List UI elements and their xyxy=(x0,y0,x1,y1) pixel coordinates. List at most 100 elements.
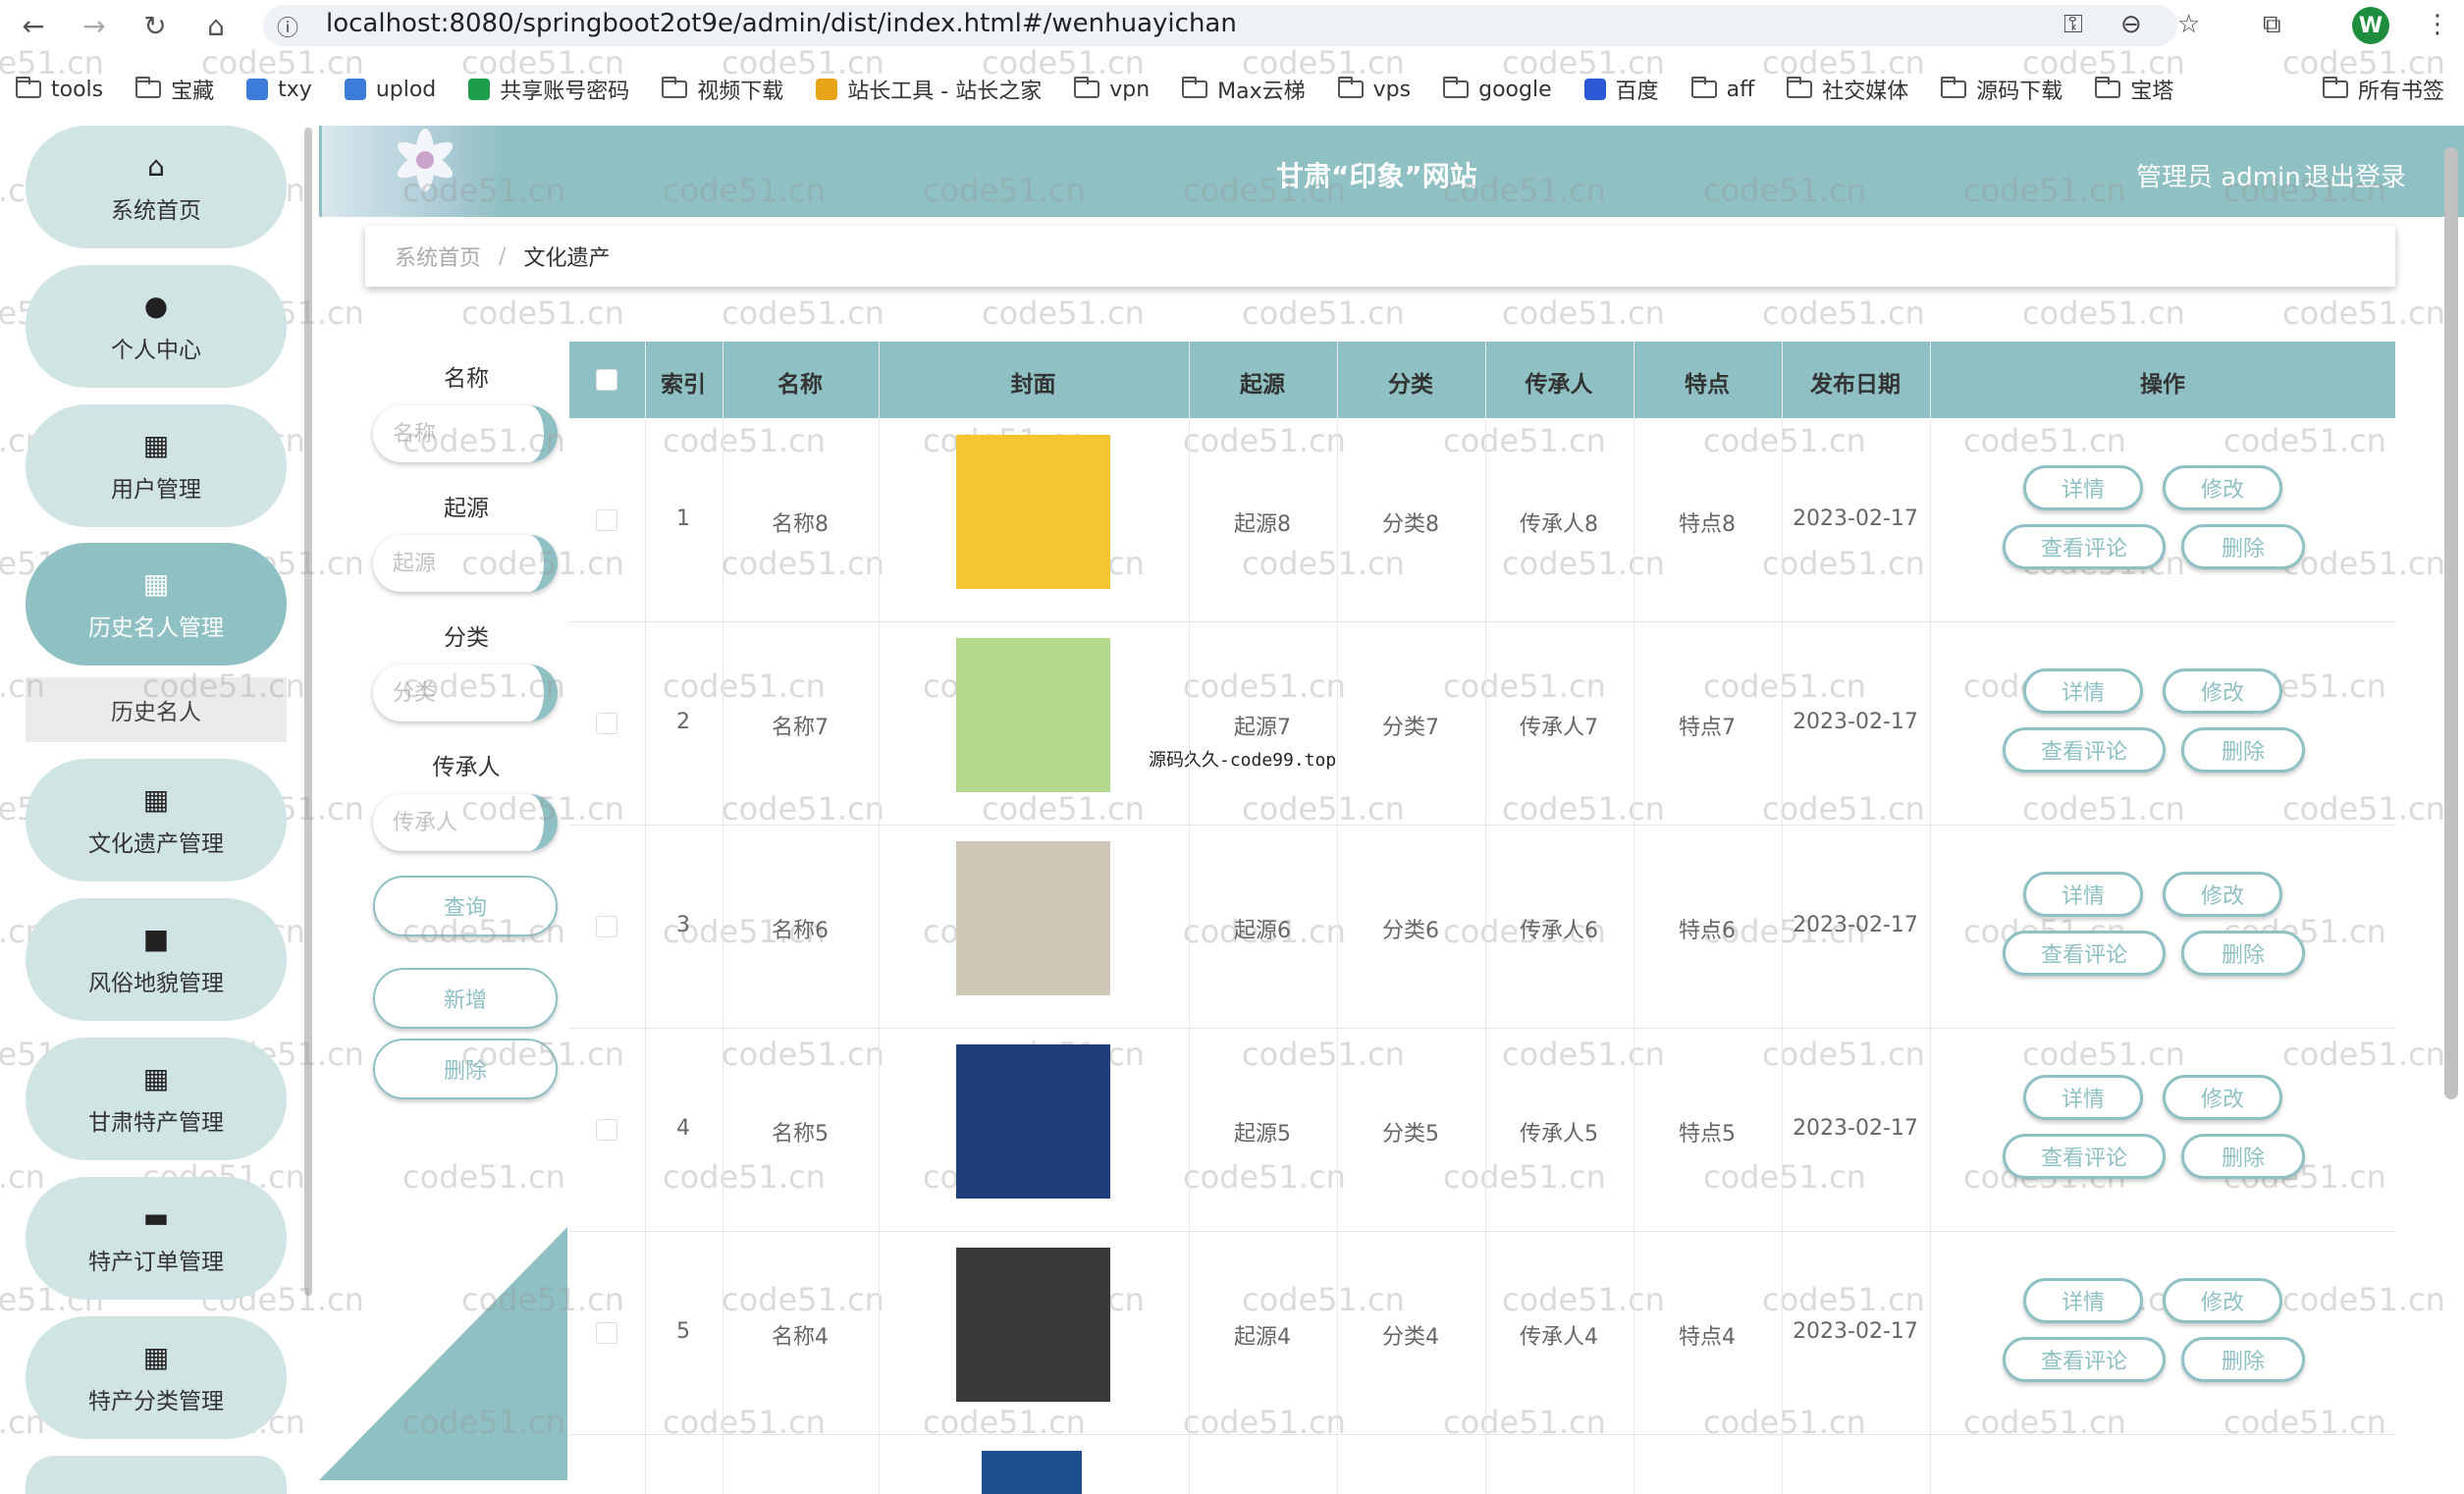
cell-inheritor: 传承人7 xyxy=(1520,715,1598,740)
bookmark-item[interactable]: google xyxy=(1443,77,1552,102)
bookmark-item[interactable]: tools xyxy=(16,77,103,102)
bookmark-item[interactable]: 站长工具 - 站长之家 xyxy=(816,74,1042,105)
add-button[interactable]: 新增 xyxy=(373,968,558,1029)
bookmark-item[interactable]: aff xyxy=(1690,77,1754,102)
sidebar-item[interactable]: ▦ 甘肃特产管理 xyxy=(26,1038,287,1160)
batch-delete-button[interactable]: 删除 xyxy=(373,1039,558,1099)
sidebar-item[interactable] xyxy=(26,1456,287,1494)
logout-link[interactable]: 退出登录 xyxy=(2304,157,2406,193)
comments-button[interactable]: 查看评论 xyxy=(2003,726,2166,773)
bookmark-item[interactable]: 共享账号密码 xyxy=(468,74,629,105)
back-icon[interactable]: ← xyxy=(14,6,53,45)
profile-avatar[interactable]: W xyxy=(2352,7,2389,44)
sidebar-scrollbar[interactable] xyxy=(304,128,312,1296)
comments-button[interactable]: 查看评论 xyxy=(2003,523,2166,569)
sidebar-item[interactable]: ▦ 文化遗产管理 xyxy=(26,759,287,881)
sidebar-subitem-historical-figures[interactable]: 历史名人 xyxy=(26,677,287,742)
bookmark-item[interactable]: 源码下载 xyxy=(1941,74,2062,105)
folder-icon xyxy=(1182,77,1208,98)
delete-button[interactable]: 删除 xyxy=(2181,726,2305,773)
bookmark-all[interactable]: 所有书签 xyxy=(2322,69,2444,110)
watermark-text: code51.cn xyxy=(1703,1158,1866,1196)
extensions-icon[interactable]: ⧉ xyxy=(2263,10,2281,40)
paw-icon xyxy=(1583,79,1606,100)
watermark-text: code51.cn xyxy=(1242,1281,1405,1318)
sidebar-item[interactable]: ● 个人中心 xyxy=(26,265,287,388)
detail-button[interactable]: 详情 xyxy=(2023,1277,2143,1323)
bookmark-item[interactable]: vps xyxy=(1337,77,1411,102)
url-text[interactable]: localhost:8080/springboot2ot9e/admin/dis… xyxy=(326,9,1237,38)
sidebar-item[interactable]: ▦ 用户管理 xyxy=(26,404,287,527)
detail-button[interactable]: 详情 xyxy=(2023,871,2143,917)
row-checkbox[interactable] xyxy=(596,915,617,937)
cell-name: 名称6 xyxy=(772,918,829,943)
site-info-icon[interactable]: ⓘ xyxy=(277,11,298,42)
delete-button[interactable]: 删除 xyxy=(2181,1336,2305,1382)
detail-button[interactable]: 详情 xyxy=(2023,464,2143,510)
comments-button[interactable]: 查看评论 xyxy=(2003,1133,2166,1179)
query-button[interactable]: 查询 xyxy=(373,876,558,936)
star-icon[interactable]: ☆ xyxy=(2177,10,2200,39)
delete-button[interactable]: 删除 xyxy=(2181,523,2305,569)
bookmark-item[interactable]: 社交媒体 xyxy=(1787,74,1908,105)
reload-icon[interactable]: ↻ xyxy=(135,6,175,45)
bookmark-item[interactable]: 宝藏 xyxy=(135,74,214,105)
row-checkbox[interactable] xyxy=(596,712,617,734)
inheritor-filter-input[interactable] xyxy=(373,794,558,851)
menu-icon[interactable]: ⋮ xyxy=(2425,10,2450,39)
bookmark-item[interactable]: txy xyxy=(246,78,312,102)
bookmark-label: 社交媒体 xyxy=(1822,80,1909,104)
home-icon: ⌂ xyxy=(147,149,165,183)
header-decoration xyxy=(322,126,504,217)
row-checkbox[interactable] xyxy=(596,1118,617,1141)
edit-button[interactable]: 修改 xyxy=(2163,1277,2282,1323)
bookmark-item[interactable]: 宝塔 xyxy=(2095,74,2173,105)
forward-icon[interactable]: → xyxy=(75,6,114,45)
sidebar-item[interactable]: ■ 风俗地貌管理 xyxy=(26,898,287,1021)
breadcrumb-current: 文化遗产 xyxy=(523,246,611,271)
bookmark-item[interactable]: uplod xyxy=(344,78,436,102)
row-checkbox[interactable] xyxy=(596,1321,617,1344)
category-filter-input[interactable] xyxy=(373,665,558,721)
grid-icon: ▦ xyxy=(142,782,170,816)
bookmark-label: vpn xyxy=(1109,77,1151,102)
edit-button[interactable]: 修改 xyxy=(2163,667,2282,714)
watermark-text: code51.cn xyxy=(1703,1404,1866,1441)
delete-button[interactable]: 删除 xyxy=(2181,930,2305,976)
edit-button[interactable]: 修改 xyxy=(2163,871,2282,917)
select-all-checkbox[interactable] xyxy=(596,369,617,391)
bookmark-item[interactable]: 百度 xyxy=(1583,74,1659,105)
zoom-icon[interactable]: ⊖ xyxy=(2120,10,2142,39)
col-inheritor: 传承人 xyxy=(1525,372,1593,398)
sidebar-item[interactable]: ▦ 特产分类管理 xyxy=(26,1316,287,1439)
edit-button[interactable]: 修改 xyxy=(2163,1074,2282,1120)
main-scrollbar[interactable] xyxy=(2444,147,2458,1099)
origin-filter-input[interactable] xyxy=(373,535,558,592)
watermark-text: code51.cn xyxy=(982,790,1145,827)
watermark-text: code51.cn xyxy=(1963,1404,2126,1441)
sidebar-item[interactable]: ⌂ 系统首页 xyxy=(26,126,287,248)
key-icon[interactable]: ⚿ xyxy=(2063,10,2083,40)
bookmark-item[interactable]: 视频下载 xyxy=(662,74,783,105)
breadcrumb-home[interactable]: 系统首页 xyxy=(395,240,481,272)
row-divider xyxy=(569,1028,2395,1029)
category-filter-label: 分类 xyxy=(444,625,489,651)
breadcrumb: 系统首页 / 文化遗产 xyxy=(365,226,2395,287)
detail-button[interactable]: 详情 xyxy=(2023,667,2143,714)
comments-button[interactable]: 查看评论 xyxy=(2003,930,2166,976)
bookmark-item[interactable]: Max云梯 xyxy=(1182,74,1306,105)
comments-button[interactable]: 查看评论 xyxy=(2003,1336,2166,1382)
cell-category: 分类6 xyxy=(1382,918,1439,943)
delete-button[interactable]: 删除 xyxy=(2181,1133,2305,1179)
row-checkbox[interactable] xyxy=(596,508,617,531)
cell-feature: 特点8 xyxy=(1679,511,1736,537)
home-icon[interactable]: ⌂ xyxy=(196,6,236,45)
watermark-text: code51.cn xyxy=(2282,790,2445,827)
sidebar-item[interactable]: ▬ 特产订单管理 xyxy=(26,1177,287,1300)
detail-button[interactable]: 详情 xyxy=(2023,1074,2143,1120)
edit-button[interactable]: 修改 xyxy=(2163,464,2282,510)
bookmark-item[interactable]: vpn xyxy=(1074,77,1151,102)
name-filter-input[interactable] xyxy=(373,405,558,462)
cell-date: 2023-02-17 xyxy=(1793,912,1918,937)
sidebar-item[interactable]: ▦ 历史名人管理 xyxy=(26,543,287,666)
